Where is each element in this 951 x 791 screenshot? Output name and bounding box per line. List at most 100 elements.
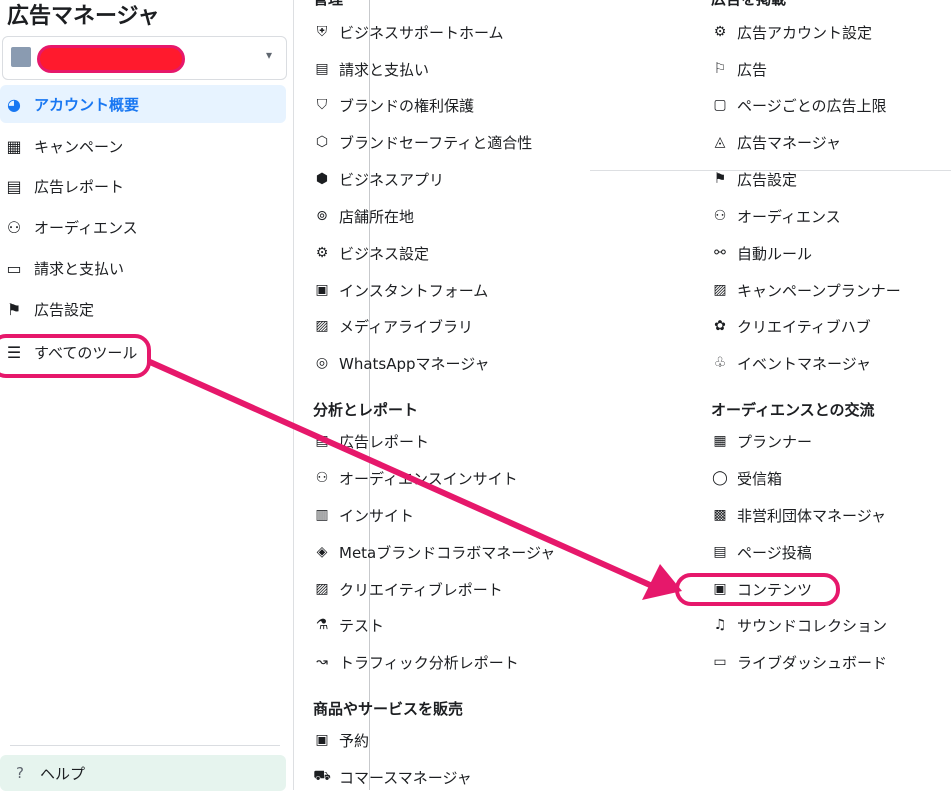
menu-item-label: サウンドコレクション xyxy=(737,616,888,635)
ads-manager-icon: ◬ xyxy=(714,134,726,150)
menu-item-label: Metaブランドコラボマネージャ xyxy=(339,543,556,562)
menu-item-ads-manager[interactable]: ◬ 広告マネージャ xyxy=(711,130,841,154)
cart-icon: ⛟ xyxy=(313,768,331,784)
menu-item-campaign-planner[interactable]: ▨ キャンペーンプランナー xyxy=(711,278,901,302)
menu-item-label: ビジネスアプリ xyxy=(339,170,445,189)
sidebar-item-label: 請求と支払い xyxy=(34,259,125,278)
sidebar-item-campaigns[interactable]: ▦ キャンペーン xyxy=(0,127,286,165)
menu-item-audiences[interactable]: ⚇ オーディエンス xyxy=(711,204,841,228)
menu-item-traffic-analysis[interactable]: ↝ トラフィック分析レポート xyxy=(313,650,519,674)
menu-item-commerce-manager[interactable]: ⛟ コマースマネージャ xyxy=(313,765,472,789)
menu-item-sound-collection[interactable]: ♫ サウンドコレクション xyxy=(711,613,887,637)
menu-item-label: クリエイティブハブ xyxy=(737,317,871,336)
section-heading-analytics: 分析とレポート xyxy=(313,401,419,419)
image-icon: ▨ xyxy=(315,581,329,597)
menu-item-business-support-home[interactable]: ⛨ ビジネスサポートホーム xyxy=(313,20,504,44)
sidebar-divider xyxy=(293,0,294,790)
image-icon: ▨ xyxy=(315,318,329,334)
calendar-grid-icon: ▦ xyxy=(713,433,727,449)
sidebar-item-account-overview[interactable]: ◕ アカウント概要 xyxy=(0,85,286,123)
flask-icon: ⚗ xyxy=(315,617,329,633)
location-pin-icon: ⊚ xyxy=(316,208,328,224)
menu-item-automated-rules[interactable]: ⚯ 自動ルール xyxy=(711,241,812,265)
calendar-icon: ▣ xyxy=(315,732,329,748)
sidebar-separator xyxy=(10,745,280,746)
help-button[interactable]: ? ヘルプ xyxy=(0,755,286,791)
menu-item-brand-safety[interactable]: ⬡ ブランドセーフティと適合性 xyxy=(313,130,532,154)
megaphone-icon: ⚐ xyxy=(713,61,727,77)
rules-icon: ⚯ xyxy=(714,245,726,261)
live-icon: ▭ xyxy=(713,654,727,670)
cube-icon: ⬢ xyxy=(315,171,329,187)
menu-item-events-manager[interactable]: ♧ イベントマネージャ xyxy=(711,351,871,375)
menu-item-label: ブランドの権利保護 xyxy=(339,96,475,115)
menu-item-label: ビジネスサポートホーム xyxy=(339,23,504,42)
menu-item-label: メディアライブラリ xyxy=(339,317,473,336)
menu-item-planner[interactable]: ▦ プランナー xyxy=(711,429,812,453)
handshake-icon: ◈ xyxy=(316,544,328,560)
menu-item-page-ad-limits[interactable]: ▢ ページごとの広告上限 xyxy=(711,93,886,117)
events-icon: ♧ xyxy=(713,355,727,371)
menu-item-ad-settings[interactable]: ⚑ 広告設定 xyxy=(711,167,797,191)
music-note-icon: ♫ xyxy=(713,617,727,633)
menu-item-media-library[interactable]: ▨ メディアライブラリ xyxy=(313,314,473,338)
menu-item-ad-account-settings[interactable]: ⚙ 広告アカウント設定 xyxy=(711,20,872,44)
menu-item-label: インスタントフォーム xyxy=(339,281,489,300)
menu-item-nonprofit-manager[interactable]: ▩ 非営利団体マネージャ xyxy=(711,503,886,527)
planner-icon: ▨ xyxy=(713,282,727,298)
megaphone-settings-icon: ⚑ xyxy=(713,171,727,187)
menu-item-page-posts[interactable]: ▤ ページ投稿 xyxy=(711,540,811,564)
sidebar-item-ad-reports[interactable]: ▤ 広告レポート xyxy=(0,167,286,205)
sidebar-item-label: アカウント概要 xyxy=(34,95,140,114)
menu-item-brand-collabs-manager[interactable]: ◈ Metaブランドコラボマネージャ xyxy=(313,540,556,564)
menu-item-ads[interactable]: ⚐ 広告 xyxy=(711,57,767,81)
sidebar-item-label: オーディエンス xyxy=(34,218,138,237)
account-avatar xyxy=(11,47,31,67)
nonprofit-icon: ▩ xyxy=(713,507,727,523)
menu-item-store-locations[interactable]: ⊚ 店舗所在地 xyxy=(313,204,414,228)
sidebar-item-label: 広告設定 xyxy=(34,300,95,319)
report-icon: ▤ xyxy=(6,176,22,196)
menu-item-label: テスト xyxy=(339,616,385,635)
menu-item-label: 広告マネージャ xyxy=(737,133,841,152)
redacted-account-name xyxy=(37,45,185,73)
sidebar-item-ad-settings[interactable]: ⚑ 広告設定 xyxy=(0,290,286,328)
people-icon: ⚇ xyxy=(315,470,329,486)
menu-item-inbox[interactable]: ◯ 受信箱 xyxy=(711,466,782,490)
menu-item-label: クリエイティブレポート xyxy=(339,580,503,599)
menu-item-label: 広告アカウント設定 xyxy=(737,23,873,42)
account-selector[interactable]: ▾ xyxy=(2,36,287,80)
menu-item-creative-reports[interactable]: ▨ クリエイティブレポート xyxy=(313,577,503,601)
menu-item-ad-reports[interactable]: ▤ 広告レポート xyxy=(313,429,429,453)
menu-item-label: 広告 xyxy=(737,60,768,79)
menu-item-label: ビジネス設定 xyxy=(339,244,430,263)
menu-item-appointments[interactable]: ▣ 予約 xyxy=(313,728,369,752)
sidebar-item-audiences[interactable]: ⚇ オーディエンス xyxy=(0,208,286,246)
menu-item-brand-rights[interactable]: ⛉ ブランドの権利保護 xyxy=(313,93,474,117)
menu-item-experiments[interactable]: ⚗ テスト xyxy=(313,613,384,637)
annotation-highlight-content xyxy=(675,573,840,606)
traffic-icon: ↝ xyxy=(316,654,328,670)
megaphone-settings-icon: ⚑ xyxy=(6,299,22,319)
section-heading-engage: オーディエンスとの交流 xyxy=(711,401,875,419)
safety-icon: ⬡ xyxy=(315,134,329,150)
menu-item-instant-forms[interactable]: ▣ インスタントフォーム xyxy=(313,278,488,302)
menu-item-insights[interactable]: ▥ インサイト xyxy=(313,503,414,527)
menu-item-label: キャンペーンプランナー xyxy=(737,281,901,300)
sidebar-item-billing[interactable]: ▭ 請求と支払い xyxy=(0,249,286,287)
people-icon: ⚇ xyxy=(6,217,22,237)
table-icon: ▦ xyxy=(6,136,22,156)
menu-item-business-apps[interactable]: ⬢ ビジネスアプリ xyxy=(313,167,444,191)
menu-item-audience-insights[interactable]: ⚇ オーディエンスインサイト xyxy=(313,466,518,490)
menu-item-billing[interactable]: ▤ 請求と支払い xyxy=(313,57,429,81)
form-icon: ▣ xyxy=(315,282,329,298)
menu-item-label: WhatsAppマネージャ xyxy=(339,354,490,373)
menu-item-live-dashboard[interactable]: ▭ ライブダッシュボード xyxy=(711,650,887,674)
menu-item-label: 非営利団体マネージャ xyxy=(737,506,886,525)
menu-item-creative-hub[interactable]: ✿ クリエイティブハブ xyxy=(711,314,871,338)
menu-item-business-settings[interactable]: ⚙ ビジネス設定 xyxy=(313,241,429,265)
menu-item-whatsapp-manager[interactable]: ◎ WhatsAppマネージャ xyxy=(313,351,490,375)
menu-item-label: オーディエンスインサイト xyxy=(339,469,518,488)
menu-item-label: 自動ルール xyxy=(737,244,813,263)
chat-bubble-icon: ◯ xyxy=(712,470,728,486)
